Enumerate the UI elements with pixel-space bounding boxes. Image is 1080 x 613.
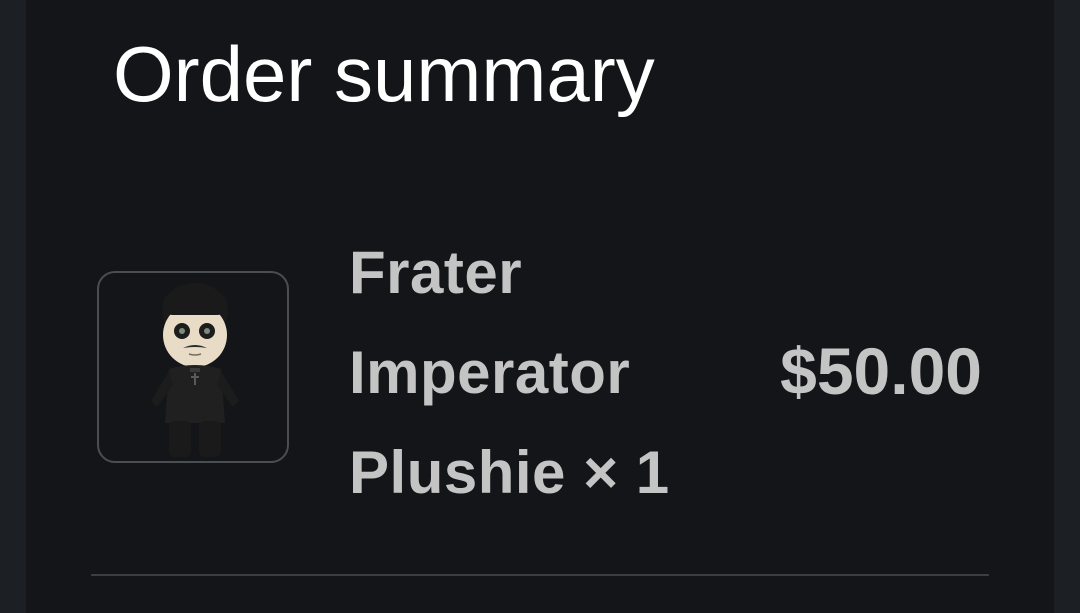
product-thumbnail [97, 271, 289, 463]
order-summary-title: Order summary [113, 30, 655, 118]
item-name-line: Imperator [349, 339, 631, 406]
order-summary-panel: Order summary Frater Imperator Plushie ×… [26, 0, 1054, 613]
item-name: Frater Imperator Plushie × 1 [349, 223, 729, 523]
summary-divider [91, 574, 989, 576]
plushie-product-image [151, 283, 239, 457]
item-name-line: Plushie × 1 [349, 439, 670, 506]
item-price: $50.00 [780, 334, 982, 408]
item-name-line: Frater [349, 239, 523, 306]
